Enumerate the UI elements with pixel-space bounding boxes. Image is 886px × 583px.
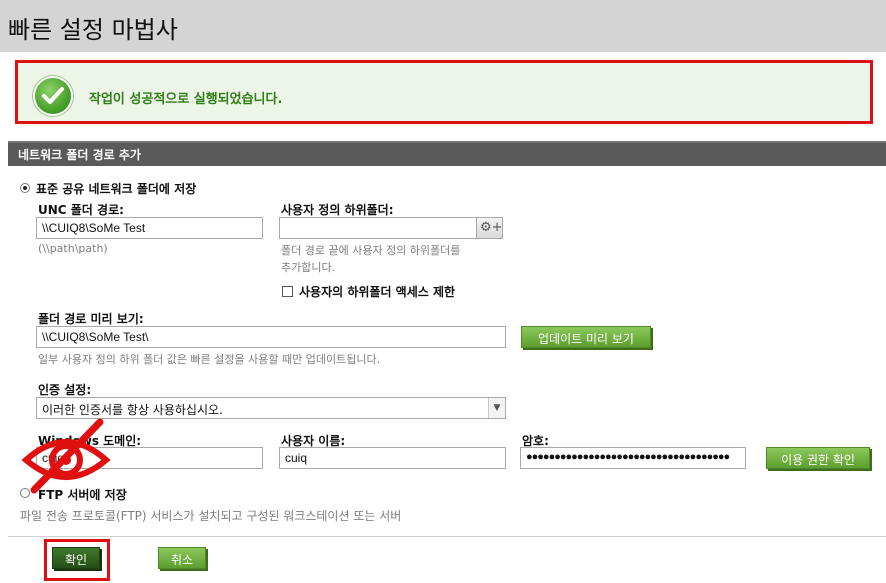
standard-share-label: 표준 공유 네트워크 폴더에 저장: [36, 182, 197, 196]
restrict-subfolder-checkbox[interactable]: [282, 286, 293, 297]
subfolder-hint-2: 추가합니다.: [281, 261, 336, 274]
password-input[interactable]: ●●●●●●●●●●●●●●●●●●●●●●●●●●●●●●●●●●●●: [520, 447, 746, 469]
window-title: 빠른 설정 마법사: [8, 16, 178, 44]
subfolder-label: 사용자 정의 하위폴더:: [281, 203, 394, 217]
eye-slash-icon: [21, 418, 111, 494]
preview-input[interactable]: [36, 326, 506, 348]
subfolder-hint-1: 폴더 경로 끝에 사용자 정의 하위폴더를: [281, 244, 461, 257]
chevron-down-icon: ▼: [488, 398, 505, 418]
unc-path-label: UNC 폴더 경로:: [38, 203, 124, 217]
ftp-label: FTP 서버에 저장: [38, 488, 127, 502]
username-input[interactable]: [279, 447, 506, 469]
cancel-button[interactable]: 취소: [158, 547, 206, 569]
update-preview-button[interactable]: 업데이트 미리 보기: [521, 326, 651, 348]
subfolder-token-button[interactable]: ⚙+: [476, 217, 503, 239]
success-banner: 작업이 성공적으로 실행되었습니다.: [15, 60, 873, 124]
ftp-description: 파일 전송 프로토콜(FTP) 서비스가 설치되고 구성된 워크스테이션 또는 …: [20, 509, 402, 523]
auth-label: 인증 설정:: [38, 383, 92, 397]
preview-hint: 일부 사용자 정의 하위 폴더 값은 빠른 설정을 사용할 때만 업데이트됩니다…: [38, 353, 381, 366]
footer-divider: [8, 536, 886, 537]
standard-share-radio[interactable]: [20, 183, 30, 193]
check-circle-icon: [35, 78, 71, 114]
subfolder-input[interactable]: [279, 217, 477, 239]
ftp-radio[interactable]: [20, 488, 30, 498]
gear-plus-icon: ⚙+: [480, 220, 503, 235]
unc-path-input[interactable]: [36, 217, 263, 239]
restrict-subfolder-label: 사용자의 하위폴더 액세스 제한: [299, 285, 456, 299]
auth-selected-value: 이러한 인증서를 항상 사용하십시오.: [42, 403, 223, 417]
ok-button[interactable]: 확인: [52, 547, 100, 569]
unc-path-hint: (\\path\path): [38, 242, 108, 255]
preview-label: 폴더 경로 미리 보기:: [38, 312, 144, 326]
section-header: 네트워크 폴더 경로 추가: [8, 141, 886, 166]
title-bar: 빠른 설정 마법사: [0, 0, 886, 52]
success-message: 작업이 성공적으로 실행되었습니다.: [89, 92, 283, 107]
verify-access-button[interactable]: 이용 권한 확인: [766, 447, 870, 469]
